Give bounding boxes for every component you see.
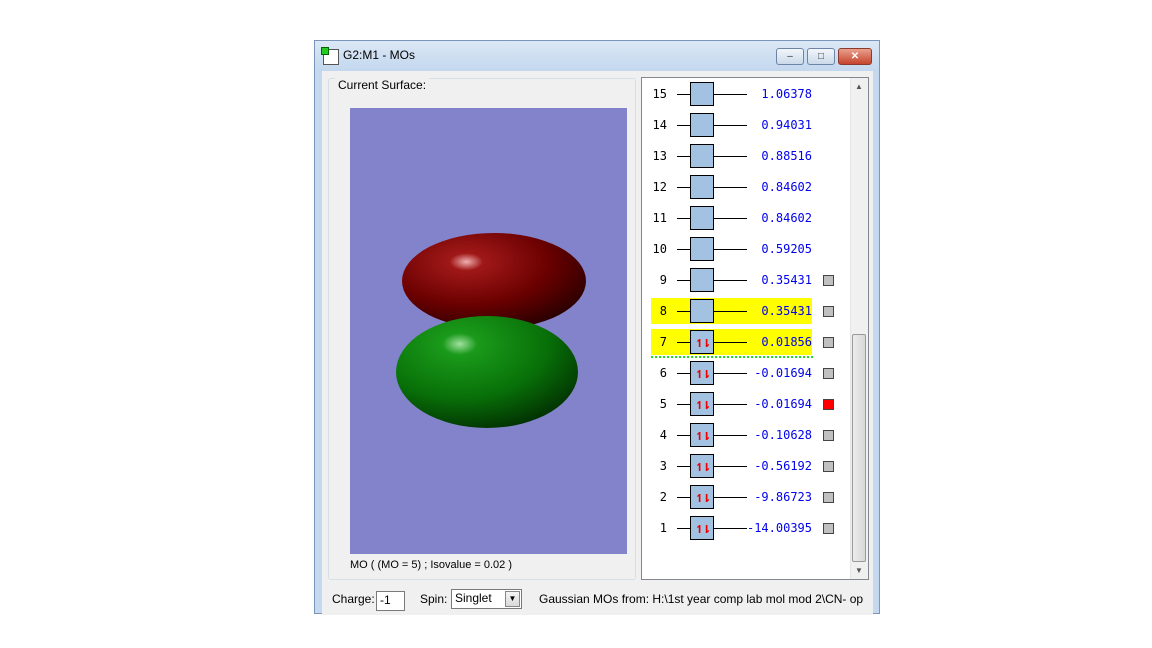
mo-energy: -14.00395 bbox=[746, 521, 812, 535]
mo-number: 5 bbox=[659, 397, 667, 411]
mo-energy-list[interactable]: ▲ ▼ 15 1.06378 14 0.94031 13 0.88516 12 0.84602… bbox=[641, 77, 869, 580]
mo-number: 12 bbox=[652, 180, 667, 194]
mo-energy: 0.84602 bbox=[761, 211, 812, 225]
vertical-scrollbar[interactable]: ▲ ▼ bbox=[850, 78, 868, 579]
mo-row[interactable]: 13 0.88516 bbox=[651, 143, 812, 169]
minimize-button[interactable]: – bbox=[776, 48, 804, 65]
surface-marker[interactable] bbox=[823, 430, 834, 441]
occupied-orbital-icon: ↿⇂ bbox=[690, 423, 714, 447]
mo-row[interactable]: 7 ↿⇂ 0.01856 bbox=[651, 329, 812, 355]
mo-row[interactable]: 15 1.06378 bbox=[651, 81, 812, 107]
mo-energy: -0.10628 bbox=[754, 428, 812, 442]
mo-row[interactable]: 10 0.59205 bbox=[651, 236, 812, 262]
surface-marker[interactable] bbox=[823, 275, 834, 286]
virtual-orbital-icon bbox=[690, 82, 714, 106]
virtual-orbital-icon bbox=[690, 175, 714, 199]
mo-number: 4 bbox=[659, 428, 667, 442]
current-surface-label: Current Surface: bbox=[335, 78, 430, 92]
mo-row[interactable]: 14 0.94031 bbox=[651, 112, 812, 138]
scrollbar-thumb[interactable] bbox=[852, 334, 866, 562]
occupied-orbital-icon: ↿⇂ bbox=[690, 516, 714, 540]
charge-input[interactable]: -1 bbox=[376, 591, 405, 611]
selected-surface-marker[interactable] bbox=[823, 399, 834, 410]
current-surface-group: Current Surface: MO ( (MO = 5) ; Isovalu… bbox=[328, 78, 636, 580]
mo-energy: 0.35431 bbox=[761, 273, 812, 287]
spin-select[interactable]: Singlet ▼ bbox=[451, 589, 522, 609]
mo-energy: -9.86723 bbox=[754, 490, 812, 504]
mo-number: 9 bbox=[659, 273, 667, 287]
maximize-button[interactable]: □ bbox=[807, 48, 835, 65]
spin-label: Spin: bbox=[420, 592, 448, 606]
mo-number: 14 bbox=[652, 118, 667, 132]
mo-row[interactable]: 5 ↿⇂ -0.01694 bbox=[651, 391, 812, 417]
scroll-down-icon[interactable]: ▼ bbox=[855, 566, 863, 575]
virtual-orbital-icon bbox=[690, 268, 714, 292]
mo-energy: 0.59205 bbox=[761, 242, 812, 256]
mo-energy: 0.84602 bbox=[761, 180, 812, 194]
mo-energy: -0.56192 bbox=[754, 459, 812, 473]
occupied-orbital-icon: ↿⇂ bbox=[690, 485, 714, 509]
mos-window: G2:M1 - MOs – □ ✕ Current Surface: MO ( … bbox=[314, 40, 880, 615]
negative-lobe bbox=[396, 316, 578, 428]
mo-number: 10 bbox=[652, 242, 667, 256]
surface-marker[interactable] bbox=[823, 368, 834, 379]
mo-source-path: Gaussian MOs from: H:\1st year comp lab … bbox=[539, 592, 864, 606]
virtual-orbital-icon bbox=[690, 144, 714, 168]
app-icon bbox=[321, 47, 339, 65]
client-area: Current Surface: MO ( (MO = 5) ; Isovalu… bbox=[322, 71, 873, 615]
scroll-up-icon[interactable]: ▲ bbox=[855, 82, 863, 91]
mo-number: 6 bbox=[659, 366, 667, 380]
orbital-viewport[interactable] bbox=[350, 108, 627, 554]
surface-marker[interactable] bbox=[823, 461, 834, 472]
mo-number: 2 bbox=[659, 490, 667, 504]
mo-row[interactable]: 11 0.84602 bbox=[651, 205, 812, 231]
virtual-orbital-icon bbox=[690, 206, 714, 230]
occupied-orbital-icon: ↿⇂ bbox=[690, 330, 714, 354]
occupied-orbital-icon: ↿⇂ bbox=[690, 392, 714, 416]
mo-energy: 0.88516 bbox=[761, 149, 812, 163]
surface-marker[interactable] bbox=[823, 306, 834, 317]
mo-row[interactable]: 6 ↿⇂ -0.01694 bbox=[651, 360, 812, 386]
mo-row[interactable]: 8 0.35431 bbox=[651, 298, 812, 324]
title-bar[interactable]: G2:M1 - MOs – □ ✕ bbox=[315, 41, 879, 71]
occupied-orbital-icon: ↿⇂ bbox=[690, 361, 714, 385]
surface-marker[interactable] bbox=[823, 492, 834, 503]
mo-number: 13 bbox=[652, 149, 667, 163]
mo-row[interactable]: 12 0.84602 bbox=[651, 174, 812, 200]
mo-number: 8 bbox=[659, 304, 667, 318]
homo-lumo-divider bbox=[651, 356, 813, 358]
mo-row[interactable]: 3 ↿⇂ -0.56192 bbox=[651, 453, 812, 479]
mo-energy: -0.01694 bbox=[754, 366, 812, 380]
mo-energy: 0.01856 bbox=[761, 335, 812, 349]
surface-marker[interactable] bbox=[823, 523, 834, 534]
orbital-render bbox=[396, 233, 586, 428]
mo-row[interactable]: 1 ↿⇂ -14.00395 bbox=[651, 515, 812, 541]
virtual-orbital-icon bbox=[690, 237, 714, 261]
virtual-orbital-icon bbox=[690, 299, 714, 323]
mo-row[interactable]: 4 ↿⇂ -0.10628 bbox=[651, 422, 812, 448]
mo-energy: 0.35431 bbox=[761, 304, 812, 318]
spin-value: Singlet bbox=[455, 591, 492, 605]
chevron-down-icon[interactable]: ▼ bbox=[505, 591, 520, 607]
mo-energy: -0.01694 bbox=[754, 397, 812, 411]
positive-lobe bbox=[402, 233, 586, 329]
mo-number: 7 bbox=[659, 335, 667, 349]
mo-number: 3 bbox=[659, 459, 667, 473]
occupied-orbital-icon: ↿⇂ bbox=[690, 454, 714, 478]
mo-energy: 1.06378 bbox=[761, 87, 812, 101]
mo-number: 11 bbox=[652, 211, 667, 225]
mo-number: 1 bbox=[659, 521, 667, 535]
mo-energy: 0.94031 bbox=[761, 118, 812, 132]
close-button[interactable]: ✕ bbox=[838, 48, 872, 65]
mo-number: 15 bbox=[652, 87, 667, 101]
surface-marker[interactable] bbox=[823, 337, 834, 348]
window-title: G2:M1 - MOs bbox=[343, 48, 416, 62]
virtual-orbital-icon bbox=[690, 113, 714, 137]
mo-isovalue-label: MO ( (MO = 5) ; Isovalue = 0.02 ) bbox=[350, 559, 512, 571]
mo-row[interactable]: 2 ↿⇂ -9.86723 bbox=[651, 484, 812, 510]
mo-row[interactable]: 9 0.35431 bbox=[651, 267, 812, 293]
charge-label: Charge: bbox=[332, 592, 375, 606]
